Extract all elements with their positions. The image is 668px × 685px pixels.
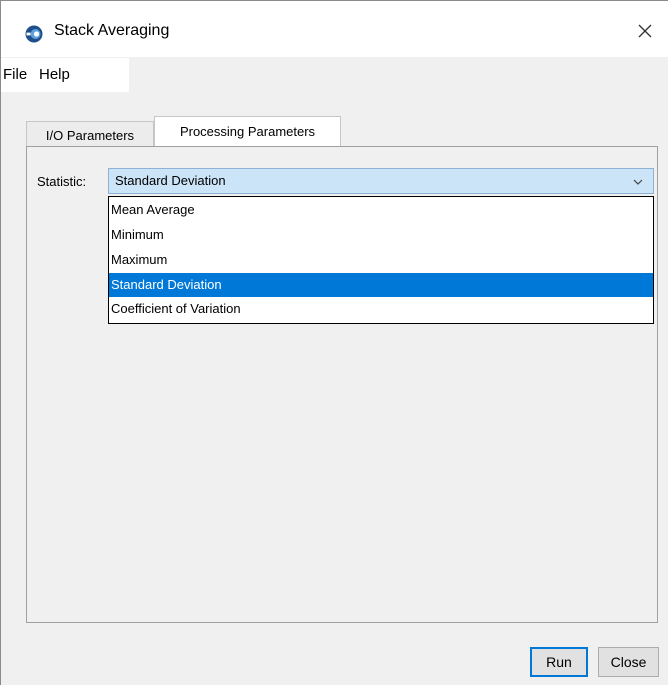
chevron-down-icon (633, 179, 643, 185)
option-minimum[interactable]: Minimum (109, 223, 653, 247)
close-button[interactable]: Close (598, 647, 659, 677)
option-standard-deviation[interactable]: Standard Deviation (109, 273, 653, 297)
statistic-selected-value: Standard Deviation (115, 173, 226, 188)
statistic-dropdown-list: Mean Average Minimum Maximum Standard De… (108, 196, 654, 324)
menu-bar: File Help (1, 58, 129, 92)
tab-io-parameters[interactable]: I/O Parameters (26, 121, 154, 146)
option-maximum[interactable]: Maximum (109, 248, 653, 272)
option-mean-average[interactable]: Mean Average (109, 198, 653, 222)
stack-averaging-dialog: Stack Averaging File Help I/O Parameters… (0, 0, 668, 685)
run-button[interactable]: Run (530, 647, 588, 677)
menu-file[interactable]: File (3, 66, 27, 83)
close-icon[interactable] (634, 20, 656, 42)
tab-processing-parameters[interactable]: Processing Parameters (154, 116, 341, 146)
menu-help[interactable]: Help (39, 66, 70, 83)
statistic-combobox[interactable]: Standard Deviation (108, 168, 654, 194)
app-logo-icon (25, 25, 43, 43)
title-bar: Stack Averaging (1, 1, 668, 57)
window-title: Stack Averaging (54, 22, 170, 39)
statistic-label: Statistic: (37, 174, 87, 189)
option-coefficient-of-variation[interactable]: Coefficient of Variation (109, 297, 653, 321)
